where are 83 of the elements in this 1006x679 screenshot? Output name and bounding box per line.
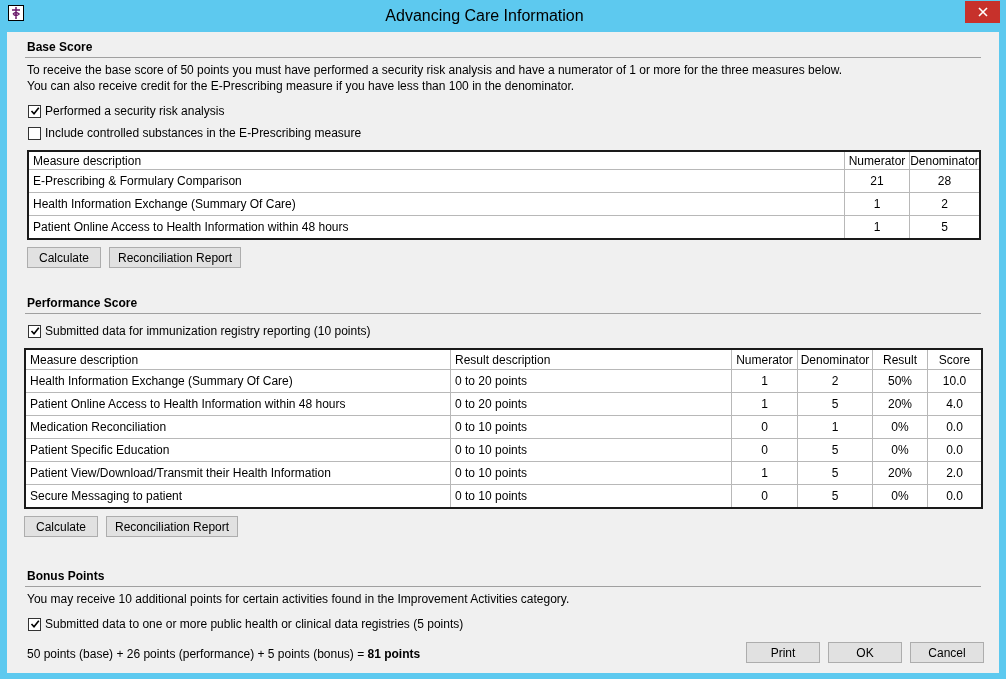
- table-cell-text: Patient View/Download/Transmit their Health Information: [29, 465, 332, 482]
- checkbox-label[interactable]: Include controlled substances in the E-Prescribing measure: [45, 126, 362, 140]
- checkbox[interactable]: [28, 617, 41, 631]
- description-text: To receive the base score of 50 points you must have performed a security risk analysis and have a numerator of 1 or more for the three measures below.: [26, 62, 844, 78]
- dialog-button[interactable]: Print: [746, 642, 820, 663]
- table-cell: 0 to 20 points: [450, 370, 731, 392]
- table-cell: 0.0: [927, 485, 981, 507]
- section-heading: Bonus Points: [25, 567, 981, 587]
- table-cell: 1: [731, 462, 797, 484]
- table-cell: 0 to 10 points: [450, 485, 731, 507]
- column-header[interactable]: Result: [872, 350, 927, 369]
- table-cell: 20%: [872, 462, 927, 484]
- table-cell-text: Medication Reconciliation: [29, 419, 168, 436]
- check-icon: [29, 619, 40, 629]
- table-cell: 28: [909, 170, 979, 192]
- table-cell: 0%: [872, 439, 927, 461]
- checkbox-label[interactable]: Submitted data for immunization registry reporting (10 points): [45, 324, 371, 338]
- table-cell-text: Health Information Exchange (Summary Of Care): [32, 196, 297, 213]
- section-heading: Base Score: [25, 38, 981, 58]
- table-cell: 5: [797, 439, 872, 461]
- close-button[interactable]: [965, 1, 1000, 23]
- table-cell: 21: [844, 170, 909, 192]
- table-cell: 1: [731, 370, 797, 392]
- table-cell: 5: [797, 485, 872, 507]
- dialog-button[interactable]: Cancel: [910, 642, 984, 663]
- table-cell: 5: [797, 393, 872, 415]
- column-header[interactable]: Numerator: [844, 152, 909, 169]
- table-cell: 5: [797, 462, 872, 484]
- table-cell: 4.0: [927, 393, 981, 415]
- table-cell: 20%: [872, 393, 927, 415]
- checkbox[interactable]: [28, 324, 41, 338]
- checkbox[interactable]: [28, 104, 41, 118]
- dialog-button[interactable]: OK: [828, 642, 902, 663]
- check-icon: [29, 326, 40, 336]
- table-cell-text: Secure Messaging to patient: [29, 488, 184, 505]
- column-header[interactable]: Measure description: [26, 350, 450, 369]
- column-header[interactable]: Denominator: [797, 350, 872, 369]
- table-cell: 0 to 20 points: [450, 393, 731, 415]
- table-cell-text: E-Prescribing & Formulary Comparison: [32, 173, 243, 190]
- window-title: Advancing Care Information: [384, 7, 585, 25]
- table-cell: 1: [731, 393, 797, 415]
- check-icon: [29, 106, 40, 116]
- points-summary: 50 points (base) + 26 points (performance) + 5 points (bonus) = 81 points: [26, 647, 421, 663]
- table-cell-text: Patient Specific Education: [29, 442, 171, 459]
- column-header[interactable]: Denominator: [909, 152, 979, 169]
- action-button[interactable]: Reconciliation Report: [106, 516, 239, 537]
- app-icon: [8, 5, 24, 21]
- table-cell: 50%: [872, 370, 927, 392]
- description-text: You may receive 10 additional points for certain activities found in the Improvement Activities category.: [26, 591, 571, 607]
- table-cell: 10.0: [927, 370, 981, 392]
- action-button[interactable]: Calculate: [24, 516, 98, 537]
- table-cell: 2: [797, 370, 872, 392]
- table-cell: 0: [731, 439, 797, 461]
- table-cell: 0.0: [927, 416, 981, 438]
- column-header[interactable]: Score: [927, 350, 981, 369]
- table-cell: 0: [731, 485, 797, 507]
- table-cell: 1: [844, 216, 909, 238]
- close-icon: [977, 7, 988, 17]
- checkbox[interactable]: [28, 126, 41, 140]
- table-cell: 0.0: [927, 439, 981, 461]
- checkbox-label[interactable]: Submitted data to one or more public health or clinical data registries (5 points): [45, 617, 464, 631]
- table-cell-text: Patient Online Access to Health Information within 48 hours: [32, 219, 350, 236]
- table-cell: 2: [909, 193, 979, 215]
- table-cell: 5: [909, 216, 979, 238]
- table-cell: 0 to 10 points: [450, 439, 731, 461]
- table-cell: 1: [797, 416, 872, 438]
- column-header[interactable]: Measure description: [29, 152, 844, 169]
- table-cell: 0%: [872, 485, 927, 507]
- description-text: You can also receive credit for the E-Prescribing measure if you have less than 100 in the denominator.: [26, 78, 576, 94]
- action-button[interactable]: Calculate: [27, 247, 101, 268]
- table-cell: 0: [731, 416, 797, 438]
- table-cell: 0%: [872, 416, 927, 438]
- table-cell-text: Patient Online Access to Health Information within 48 hours: [29, 396, 347, 413]
- action-button[interactable]: Reconciliation Report: [109, 247, 242, 268]
- column-header[interactable]: Result description: [450, 350, 731, 369]
- column-header[interactable]: Numerator: [731, 350, 797, 369]
- table-cell: 2.0: [927, 462, 981, 484]
- table-cell: 0 to 10 points: [450, 416, 731, 438]
- table-cell-text: Health Information Exchange (Summary Of Care): [29, 373, 294, 390]
- table-cell: 1: [844, 193, 909, 215]
- table-cell: 0 to 10 points: [450, 462, 731, 484]
- section-heading: Performance Score: [25, 294, 981, 314]
- checkbox-label[interactable]: Performed a security risk analysis: [45, 104, 225, 118]
